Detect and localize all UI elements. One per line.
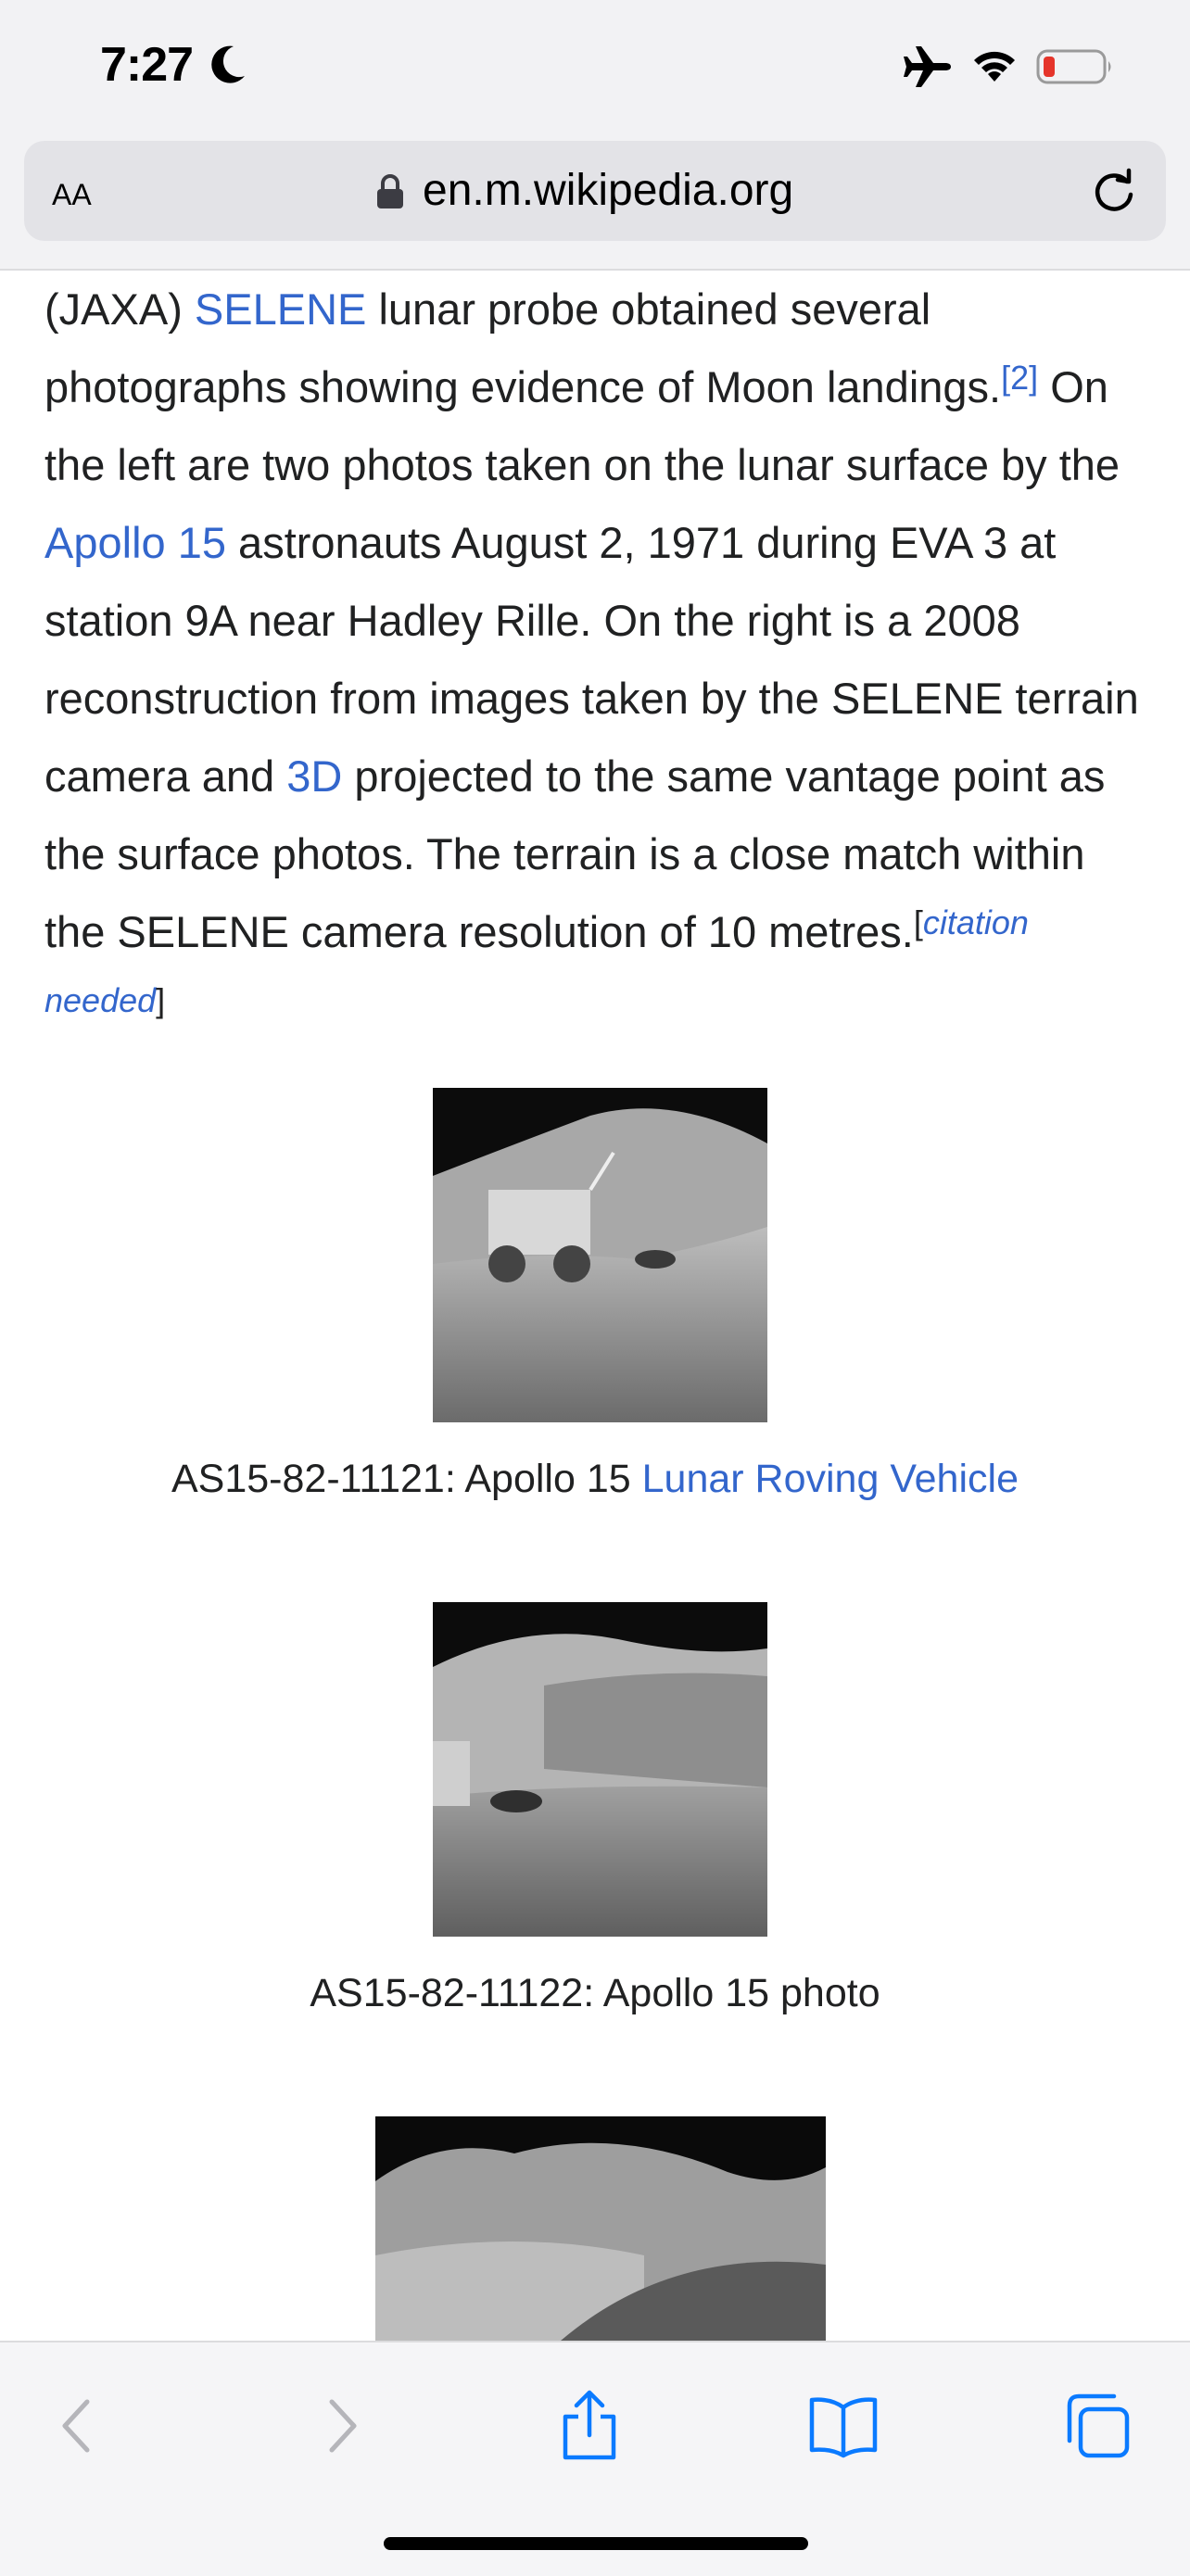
image-caption-1: AS15-82-11121: Apollo 15 Lunar Roving Ve… [171,1457,1019,1501]
lock-icon [377,174,403,208]
wifi-icon [974,51,1015,82]
reload-icon[interactable] [1090,167,1138,215]
browser-address-bar: AA en.m.wikipedia.org [0,137,1190,271]
link-lunar-roving-vehicle[interactable]: Lunar Roving Vehicle [642,1457,1019,1501]
selene-reconstruction-image[interactable] [375,2116,826,2341]
back-icon[interactable] [43,2389,117,2463]
text-segment: (JAXA) [44,284,195,334]
text-size-button[interactable]: AA [52,169,92,215]
airplane-icon [904,46,951,87]
battery-low-icon [1036,49,1111,84]
status-time: 7:27 [100,38,194,92]
moon-icon [211,45,245,83]
link-selene[interactable]: SELENE [195,284,366,334]
home-indicator[interactable] [384,2537,808,2550]
url-field[interactable]: AA en.m.wikipedia.org [24,141,1166,241]
link-apollo-15[interactable]: Apollo 15 [44,518,226,567]
tabs-icon[interactable] [1060,2389,1134,2463]
lunar-rover-photo[interactable] [433,1088,767,1422]
apollo-15-terrain-photo[interactable] [433,1602,767,1937]
reference-2[interactable]: [2] [1001,359,1038,397]
bookmarks-icon[interactable] [806,2389,880,2463]
link-3d[interactable]: 3D [286,751,342,801]
forward-icon[interactable] [302,2389,376,2463]
url-text: en.m.wikipedia.org [423,166,794,215]
status-bar: 7:27 [0,0,1190,137]
text-size-label: AA [52,178,92,211]
share-icon[interactable] [552,2389,627,2463]
image-caption-2: AS15-82-11122: Apollo 15 photo [310,1971,880,2015]
article-paragraph: (JAXA) SELENE lunar probe obtained sever… [44,271,1147,1049]
